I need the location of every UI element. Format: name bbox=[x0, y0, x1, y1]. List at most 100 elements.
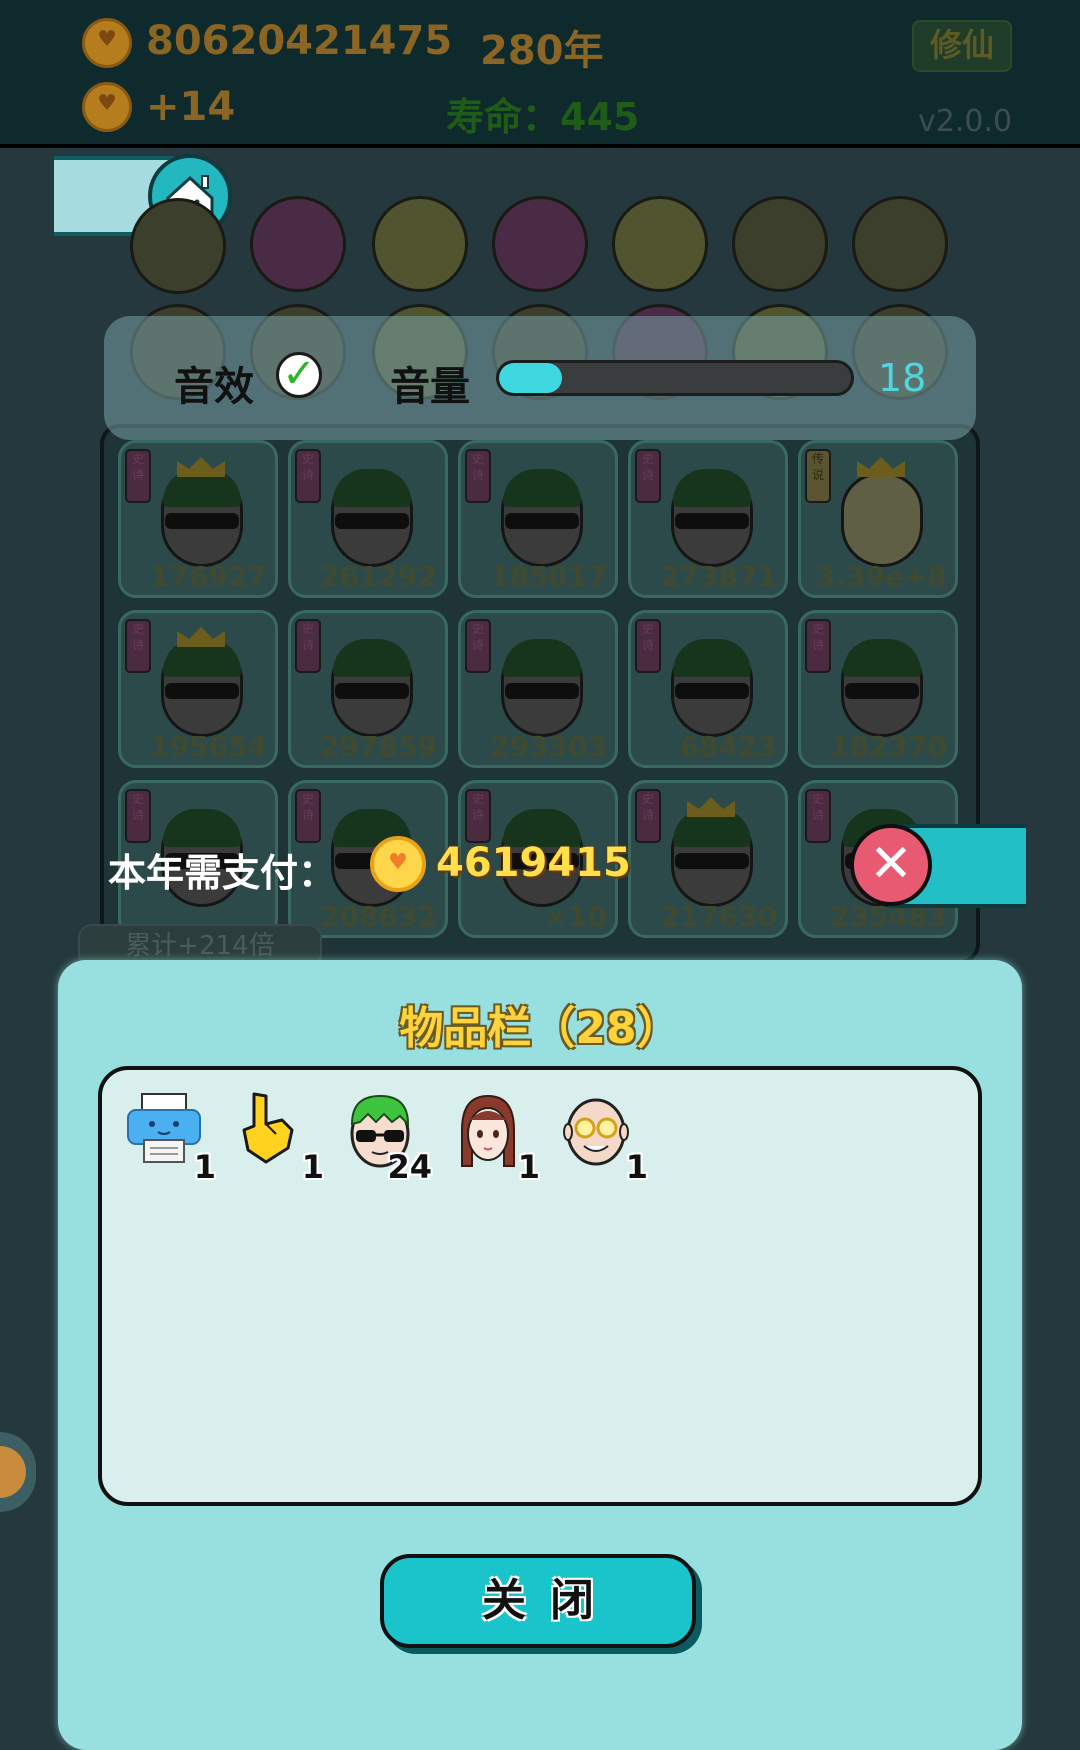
board-cell[interactable]: 史诗 68423 bbox=[628, 610, 788, 768]
skirt-icon[interactable] bbox=[732, 196, 828, 292]
item-count: 1 bbox=[625, 1148, 648, 1186]
cell-value: 297859 bbox=[320, 730, 437, 763]
inventory-item[interactable]: 1 bbox=[124, 1090, 216, 1186]
item-count: 1 bbox=[193, 1148, 216, 1186]
rarity-tag: 史诗 bbox=[295, 619, 321, 673]
board-cell[interactable]: 史诗 293303 bbox=[458, 610, 618, 768]
rarity-tag: 史诗 bbox=[635, 789, 661, 843]
income-coin-icon bbox=[82, 82, 132, 132]
sunglasses bbox=[335, 513, 409, 529]
hair bbox=[843, 639, 921, 677]
crown-icon bbox=[857, 457, 905, 477]
board-cell[interactable]: 传说 3.39e+8 bbox=[798, 440, 958, 598]
inventory-item[interactable]: 1 bbox=[448, 1090, 540, 1186]
cell-value: ×10 bbox=[544, 900, 607, 933]
pointing-hand-icon bbox=[242, 1092, 294, 1164]
cell-value: 195654 bbox=[150, 730, 267, 763]
rice-bowl-icon[interactable] bbox=[852, 196, 948, 292]
payment-amount: 4619415 bbox=[436, 840, 631, 886]
cell-value: 208632 bbox=[320, 900, 437, 933]
cell-value: 182370 bbox=[830, 730, 947, 763]
rarity-tag: 史诗 bbox=[465, 449, 491, 503]
sound-label: 音效 bbox=[174, 364, 254, 410]
inventory-item[interactable]: 24 bbox=[340, 1090, 432, 1186]
cell-value: 261292 bbox=[320, 560, 437, 593]
bucket-icon[interactable] bbox=[492, 196, 588, 292]
volume-slider-fill bbox=[499, 363, 563, 393]
sunglasses bbox=[845, 683, 919, 699]
board-cell[interactable]: 史诗 195654 bbox=[118, 610, 278, 768]
volume-value: 18 bbox=[878, 356, 927, 400]
rarity-tag: 传说 bbox=[805, 449, 831, 503]
cell-value: 68423 bbox=[679, 730, 777, 763]
volume-slider[interactable] bbox=[496, 360, 854, 396]
cell-value: 185017 bbox=[490, 560, 607, 593]
shell-icon[interactable] bbox=[612, 196, 708, 292]
board-cell[interactable]: 史诗 182370 bbox=[798, 610, 958, 768]
hair bbox=[333, 469, 411, 507]
rarity-tag: 史诗 bbox=[295, 789, 321, 843]
sunglasses bbox=[505, 683, 579, 699]
rarity-tag: 史诗 bbox=[635, 449, 661, 503]
inventory-title: 物品栏（28） bbox=[399, 1003, 681, 1054]
volume-label: 音量 bbox=[390, 364, 470, 410]
rarity-tag: 史诗 bbox=[125, 449, 151, 503]
close-button-label: 关闭 bbox=[482, 1575, 618, 1626]
sunglasses bbox=[505, 513, 579, 529]
lifespan: 寿命：445 bbox=[446, 95, 640, 139]
sunglasses bbox=[675, 513, 749, 529]
item-count: 1 bbox=[517, 1148, 540, 1186]
rarity-tag: 史诗 bbox=[635, 619, 661, 673]
sunglasses bbox=[335, 683, 409, 699]
item-count: 1 bbox=[301, 1148, 324, 1186]
cell-value: 273871 bbox=[660, 560, 777, 593]
board-cell[interactable]: 史诗 185017 bbox=[458, 440, 618, 598]
board-cell[interactable]: 史诗 261292 bbox=[288, 440, 448, 598]
crown-icon bbox=[687, 797, 735, 817]
cultivate-button[interactable]: 修仙 bbox=[912, 20, 1012, 72]
sunglasses bbox=[675, 683, 749, 699]
printer-icon bbox=[127, 1093, 201, 1163]
hair bbox=[503, 639, 581, 677]
sunglasses bbox=[165, 513, 239, 529]
board-cell[interactable]: 史诗 273871 bbox=[628, 440, 788, 598]
cell-value: 293303 bbox=[490, 730, 607, 763]
side-avatar-button[interactable] bbox=[0, 1432, 36, 1512]
fruit-bowl-icon[interactable] bbox=[372, 196, 468, 292]
hair bbox=[503, 469, 581, 507]
sunglasses bbox=[675, 853, 749, 869]
shop-item-slot[interactable] bbox=[130, 198, 226, 294]
close-icon: ✕ bbox=[869, 834, 913, 894]
inventory-item[interactable]: 1 bbox=[232, 1090, 324, 1186]
inventory-grid bbox=[98, 1066, 982, 1506]
old-man-avatar-icon bbox=[563, 1098, 629, 1166]
rarity-tag: 史诗 bbox=[805, 789, 831, 843]
rarity-tag: 史诗 bbox=[465, 619, 491, 673]
payment-label: 本年需支付： bbox=[108, 851, 337, 895]
cell-value: 3.39e+8 bbox=[815, 560, 947, 593]
board-cell[interactable]: 史诗 176927 bbox=[118, 440, 278, 598]
version-label: v2.0.0 bbox=[918, 104, 1013, 139]
board-cell[interactable]: 史诗 297859 bbox=[288, 610, 448, 768]
rarity-tag: 史诗 bbox=[465, 789, 491, 843]
rice-bowl-icon[interactable] bbox=[250, 196, 346, 292]
character-face-icon bbox=[841, 473, 923, 567]
item-count: 24 bbox=[387, 1148, 432, 1186]
close-x-button[interactable]: ✕ bbox=[850, 824, 932, 906]
sunglasses bbox=[165, 683, 239, 699]
hair bbox=[673, 469, 751, 507]
gold-coin-icon bbox=[370, 836, 426, 892]
hair bbox=[673, 639, 751, 677]
hair bbox=[333, 639, 411, 677]
sound-checkbox[interactable]: ✓ bbox=[276, 352, 322, 398]
coin-balance: 80620421475 bbox=[146, 18, 453, 64]
rarity-tag: 史诗 bbox=[805, 619, 831, 673]
rarity-tag: 史诗 bbox=[295, 449, 321, 503]
inventory-item[interactable]: 1 bbox=[556, 1090, 648, 1186]
board-cell[interactable]: 史诗 217630 bbox=[628, 780, 788, 938]
rarity-tag: 史诗 bbox=[125, 789, 151, 843]
cell-value: 176927 bbox=[150, 560, 267, 593]
crown-icon bbox=[177, 457, 225, 477]
close-button[interactable]: 关闭 bbox=[380, 1554, 696, 1648]
girl-avatar-icon bbox=[461, 1094, 515, 1167]
